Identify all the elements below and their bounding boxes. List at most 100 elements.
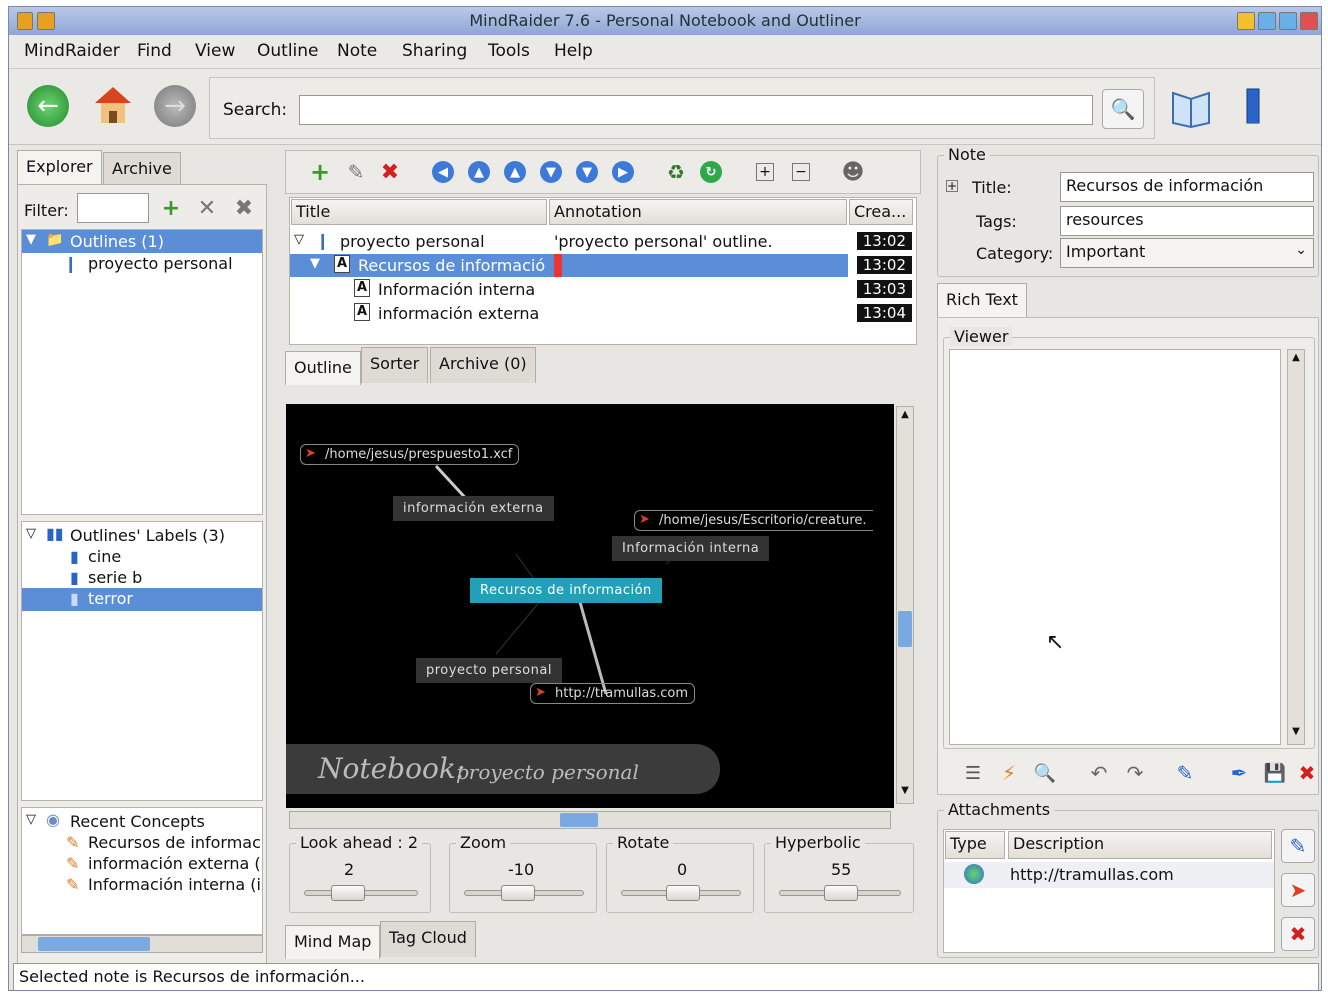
tree-outlines-root[interactable]: ▼ 📁 Outlines (1) (22, 230, 262, 253)
home-icon[interactable] (91, 83, 135, 127)
mindmap-link[interactable]: ➤/home/jesus/Escritorio/creature. (634, 510, 873, 531)
tab-explorer[interactable]: Explorer (17, 150, 102, 184)
delete-icon[interactable]: ✖ (378, 159, 402, 185)
tab-sorter[interactable]: Sorter (361, 347, 429, 383)
list-icon[interactable]: ☰ (961, 761, 985, 785)
horizontal-scrollbar[interactable] (21, 935, 263, 953)
filter-input[interactable] (77, 193, 149, 223)
rotate-slider[interactable] (621, 885, 741, 901)
discard-icon[interactable]: ✖ (1297, 761, 1317, 785)
tab-mind-map[interactable]: Mind Map (285, 925, 381, 959)
collapse-all-icon[interactable]: − (792, 163, 810, 181)
mindmap-node-selected[interactable]: Recursos de información (470, 578, 662, 603)
mindmap-vscroll[interactable]: ▲ ▼ (896, 406, 914, 804)
add-concept-icon[interactable]: + (308, 158, 332, 186)
attachment-row[interactable]: http://tramullas.com (944, 862, 1274, 888)
label-item[interactable]: ▮ serie b (22, 567, 262, 590)
clear-filter-icon[interactable]: ✕ (195, 196, 219, 221)
menu-note[interactable]: Note (337, 41, 377, 61)
label-item[interactable]: ▮ terror (22, 588, 262, 611)
scroll-thumb[interactable] (560, 813, 598, 827)
app-grid-icon[interactable] (37, 12, 55, 30)
tree-labels-root[interactable]: ▽ ▮▮ Outlines' Labels (3) (22, 524, 262, 547)
tree-recent-root[interactable]: ▽ ◉ Recent Concepts (22, 810, 262, 833)
window-menu-icon[interactable] (17, 12, 33, 30)
search-input[interactable] (299, 95, 1093, 125)
expand-all-icon[interactable]: + (756, 163, 774, 181)
tab-archive-concepts[interactable]: Archive (0) (430, 347, 536, 383)
mindmap-node[interactable]: Información interna (612, 536, 770, 561)
move-right-icon[interactable]: ▶ (612, 161, 634, 183)
tab-archive[interactable]: Archive (103, 152, 181, 184)
refresh-icon[interactable]: ↻ (700, 161, 722, 183)
tree-outline-item[interactable]: ❙ proyecto personal (22, 253, 262, 276)
shade-icon[interactable] (1237, 12, 1255, 30)
category-select[interactable]: Important ⌄ (1060, 238, 1314, 268)
mind-map-canvas[interactable]: ➤/home/jesus/prespuesto1.xcf información… (286, 404, 894, 808)
table-row[interactable]: ▼ A Recursos de informació 13:02 (290, 254, 916, 277)
recycle-icon[interactable]: ♻ (664, 159, 688, 185)
tags-field[interactable]: resources (1060, 206, 1314, 236)
table-row[interactable]: A Información interna 13:03 (290, 278, 916, 301)
move-bottom-icon[interactable]: ▼ (576, 161, 598, 183)
column-annotation[interactable]: Annotation (549, 199, 847, 225)
edit-note-icon[interactable]: ✎ (1173, 761, 1197, 785)
remove-filter-icon[interactable]: ✖ (232, 196, 256, 221)
preview-icon[interactable]: 🔍 (1033, 761, 1057, 785)
column-title[interactable]: Title (291, 199, 547, 225)
hyperbolic-slider[interactable] (779, 885, 901, 901)
title-field[interactable]: Recursos de información (1060, 172, 1314, 202)
table-row[interactable]: ▽ ❙ proyecto personal 'proyecto personal… (290, 230, 916, 253)
attach-edit-button[interactable]: ✎ (1281, 829, 1315, 863)
lightning-icon[interactable]: ⚡ (997, 761, 1021, 785)
menu-sharing[interactable]: Sharing (402, 41, 467, 61)
recent-item[interactable]: ✎ Información interna (i (22, 874, 262, 897)
table-row[interactable]: A información externa 13:04 (290, 302, 916, 325)
tab-rich-text[interactable]: Rich Text (937, 283, 1027, 317)
look-ahead-slider[interactable] (304, 885, 418, 901)
edit-icon[interactable]: ✎ (344, 159, 368, 185)
move-top-icon[interactable]: ▲ (468, 161, 490, 183)
minimize-icon[interactable] (1258, 12, 1276, 30)
remove-attachment-button[interactable]: ✖ (1281, 917, 1315, 951)
save-icon[interactable]: 💾 (1263, 761, 1287, 785)
mindmap-link[interactable]: ➤ http://tramullas.com (530, 683, 695, 704)
zoom-slider[interactable] (464, 885, 584, 901)
notebook-icon[interactable] (1167, 83, 1215, 131)
redo-icon[interactable]: ↷ (1123, 761, 1147, 785)
recent-item[interactable]: ✎ Recursos de informac (22, 832, 262, 855)
label-item[interactable]: ▮ cine (22, 546, 262, 569)
move-down-icon[interactable]: ▼ (540, 161, 562, 183)
recent-item[interactable]: ✎ información externa ( (22, 853, 262, 876)
column-type[interactable]: Type (945, 831, 1005, 859)
mindmap-node[interactable]: información externa (393, 496, 554, 521)
undo-icon[interactable]: ↶ (1087, 761, 1111, 785)
bookmark-icon[interactable] (1241, 85, 1267, 131)
search-icon[interactable]: 🔍 (1102, 89, 1144, 129)
menu-tools[interactable]: Tools (488, 41, 530, 61)
launch-button[interactable]: ➤ (1281, 873, 1315, 907)
scroll-thumb[interactable] (898, 611, 912, 647)
menu-outline[interactable]: Outline (257, 41, 319, 61)
user-icon[interactable]: ☻ (840, 159, 866, 185)
move-left-icon[interactable]: ◀ (432, 161, 454, 183)
maximize-icon[interactable] (1279, 12, 1297, 30)
expand-icon[interactable]: + (946, 180, 958, 192)
viewer-area[interactable]: ↖ (949, 349, 1281, 745)
tab-tag-cloud[interactable]: Tag Cloud (380, 921, 476, 957)
forward-icon[interactable]: → (154, 85, 196, 127)
menu-mindraider[interactable]: MindRaider (24, 41, 120, 61)
viewer-vscroll[interactable]: ▲ ▼ (1287, 349, 1305, 745)
move-up-icon[interactable]: ▲ (504, 161, 526, 183)
mindmap-hscroll[interactable] (289, 811, 891, 829)
menu-find[interactable]: Find (137, 41, 172, 61)
pen-icon[interactable]: ✒ (1227, 761, 1251, 785)
back-icon[interactable]: ← (27, 85, 69, 127)
scroll-thumb[interactable] (38, 937, 150, 951)
column-created[interactable]: Crea... (849, 199, 913, 225)
add-filter-icon[interactable]: + (161, 196, 181, 221)
tab-outline[interactable]: Outline (285, 351, 361, 385)
menu-view[interactable]: View (195, 41, 235, 61)
mindmap-link[interactable]: ➤/home/jesus/prespuesto1.xcf (300, 444, 520, 465)
menu-help[interactable]: Help (554, 41, 593, 61)
